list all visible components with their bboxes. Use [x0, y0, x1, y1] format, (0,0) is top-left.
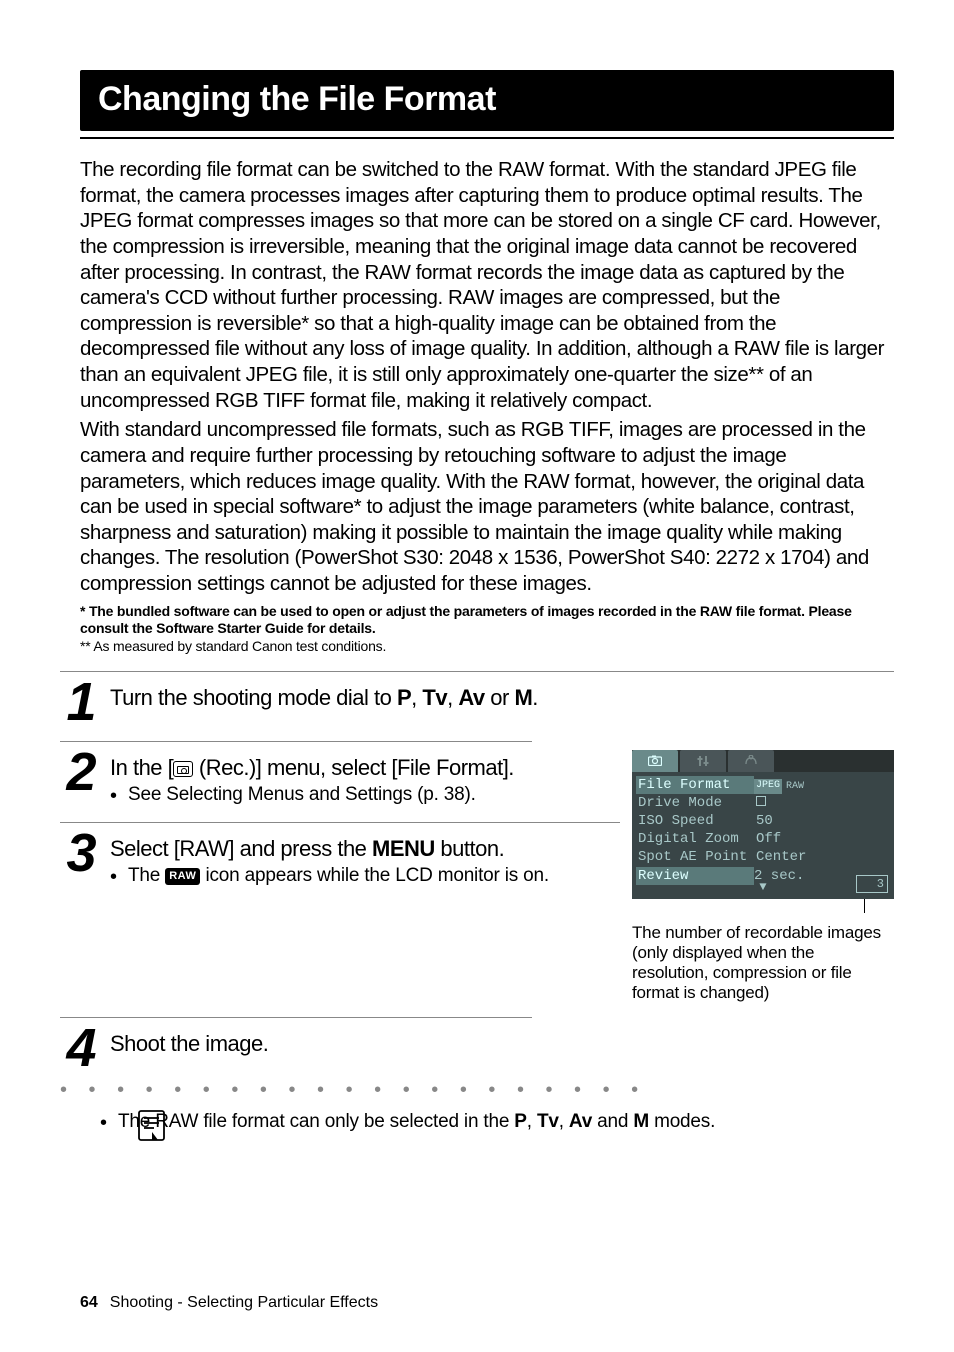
step-2-heading: In the [ (Rec.)] menu, select [File Form…	[110, 754, 620, 782]
lcd-tab-rec-icon	[632, 750, 678, 772]
step-3: 3 Select [RAW] and press the MENU button…	[80, 829, 620, 889]
step-divider	[60, 822, 620, 823]
step-number: 1	[58, 678, 100, 727]
lcd-image-counter: 3	[856, 875, 888, 893]
step-divider	[60, 741, 532, 742]
step-2: 2 In the [ (Rec.)] menu, select [File Fo…	[80, 748, 620, 808]
footnote-1: * The bundled software can be used to op…	[80, 603, 894, 638]
section-name: Shooting - Selecting Particular Effects	[110, 1294, 378, 1311]
tip-text: The RAW file format can only be selected…	[100, 1110, 894, 1135]
raw-icon: RAW	[165, 868, 200, 884]
page-number: 64	[80, 1294, 98, 1311]
step-number: 3	[58, 829, 100, 889]
lcd-row-drive-mode: Drive Mode	[638, 794, 888, 812]
lcd-tabs	[632, 750, 894, 772]
step-2-bullet: See Selecting Menus and Settings (p. 38)…	[110, 783, 620, 808]
single-shot-icon	[756, 796, 766, 806]
intro-para-2: With standard uncompressed file formats,…	[80, 417, 894, 596]
footnote-2: ** As measured by standard Canon test co…	[80, 638, 894, 656]
lcd-row-iso: ISO Speed50	[638, 812, 888, 830]
dots-divider: • • • • • • • • • • • • • • • • • • • • …	[60, 1079, 894, 1102]
step-1-heading: Turn the shooting mode dial to P, Tv, Av…	[110, 684, 894, 712]
step-number: 2	[58, 748, 100, 808]
step-4-heading: Shoot the image.	[110, 1030, 894, 1058]
lcd-screenshot: File FormatJPEGRAW Drive Mode ISO Speed5…	[632, 750, 894, 1004]
title-rule	[80, 137, 894, 139]
step-4: 4 Shoot the image.	[80, 1024, 894, 1073]
page-footer: 64 Shooting - Selecting Particular Effect…	[80, 1294, 378, 1312]
lcd-menu: File FormatJPEGRAW Drive Mode ISO Speed5…	[632, 772, 894, 900]
page-title: Changing the File Format	[80, 70, 894, 131]
callout-line	[864, 899, 894, 913]
intro-para-1: The recording file format can be switche…	[80, 157, 894, 413]
step-divider	[60, 671, 894, 672]
lcd-tab-setup-icon	[680, 750, 726, 772]
lcd-row-spot-ae: Spot AE PointCenter	[638, 848, 888, 866]
step-divider	[60, 1017, 532, 1018]
step-3-bullet: The RAW icon appears while the LCD monit…	[110, 864, 620, 889]
lcd-tab-mycamera-icon	[728, 750, 774, 772]
lcd-row-digital-zoom: Digital ZoomOff	[638, 830, 888, 848]
lcd-caption: The number of recordable images (only di…	[632, 923, 894, 1003]
step-number: 4	[58, 1024, 100, 1073]
rec-menu-icon	[173, 761, 193, 777]
lcd-row-file-format: File FormatJPEGRAW	[638, 776, 888, 794]
step-3-heading: Select [RAW] and press the MENU button.	[110, 835, 620, 863]
step-1: 1 Turn the shooting mode dial to P, Tv, …	[80, 678, 894, 727]
